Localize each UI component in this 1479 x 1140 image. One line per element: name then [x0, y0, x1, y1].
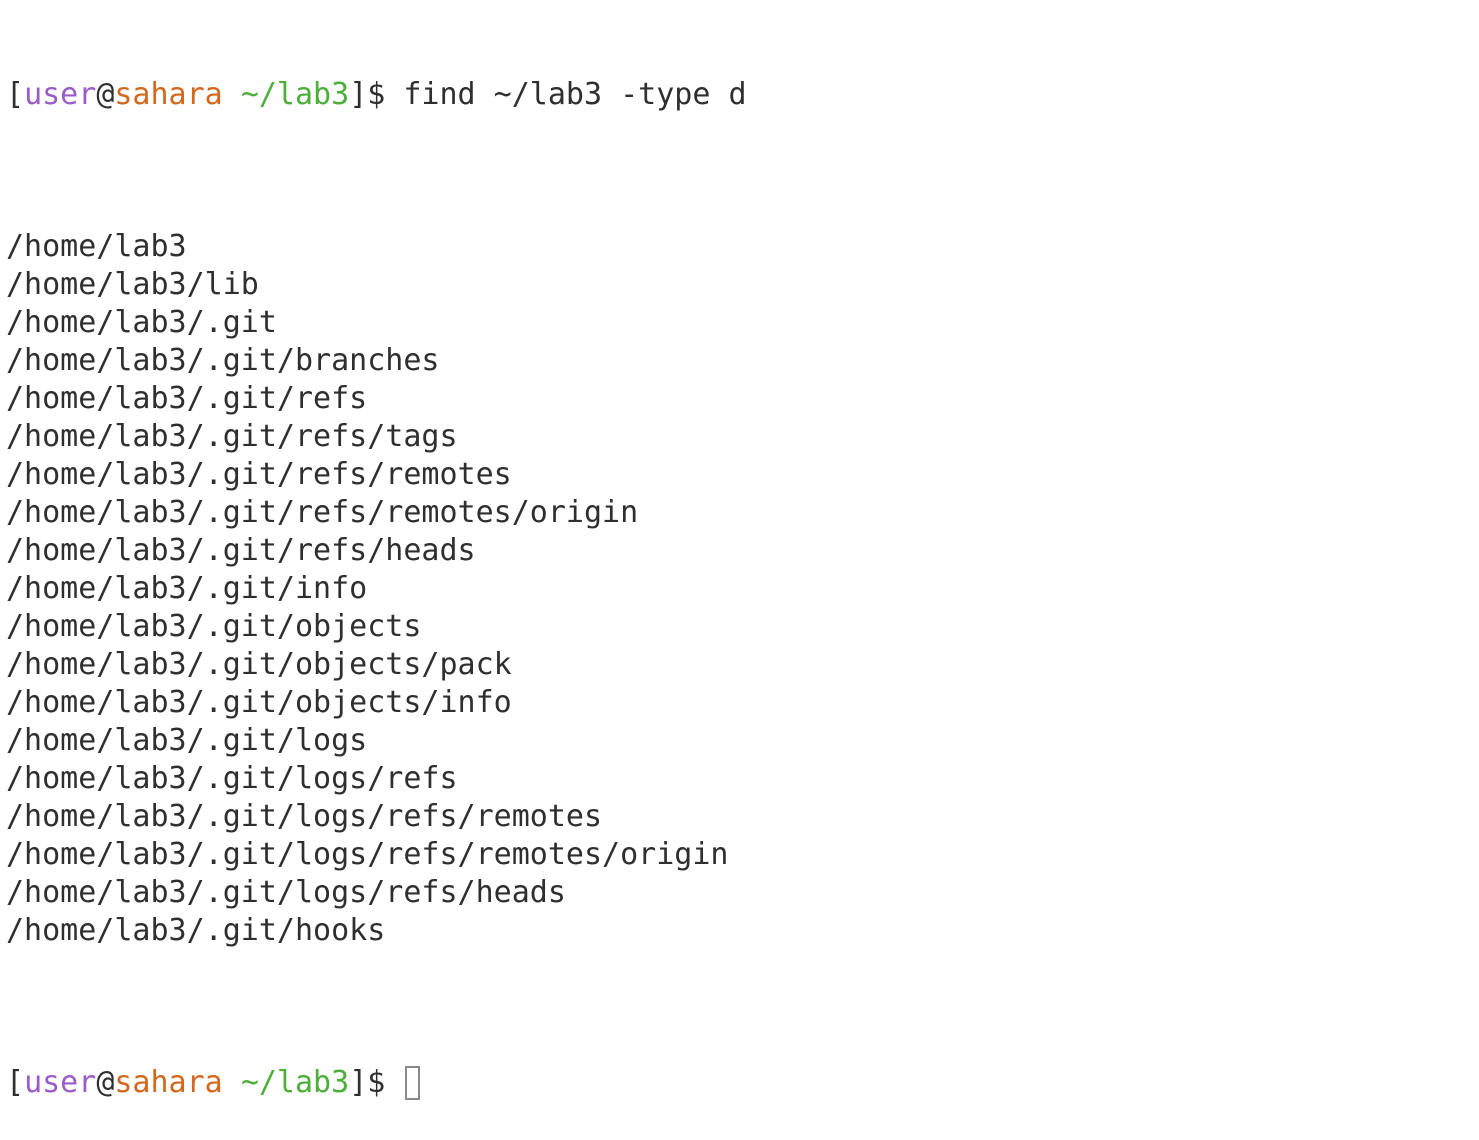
output-line: /home/lab3/lib — [6, 267, 259, 302]
output-line: /home/lab3/.git/logs/refs/remotes/origin — [6, 837, 729, 872]
output-line: /home/lab3/.git/logs/refs — [6, 761, 458, 796]
output-line: /home/lab3/.git/refs — [6, 381, 368, 416]
output-line: /home/lab3/.git/objects/pack — [6, 647, 512, 682]
output-line: /home/lab3/.git/refs/heads — [6, 533, 476, 568]
output-line: /home/lab3/.git/refs/remotes/origin — [6, 495, 639, 530]
command-text: find ~/lab3 -type d — [403, 77, 747, 112]
prompt-at: @ — [96, 77, 115, 112]
output-line: /home/lab3/.git/objects — [6, 609, 422, 644]
text-cursor[interactable] — [405, 1066, 421, 1100]
prompt-open-bracket: [ — [6, 77, 25, 112]
output-line: /home/lab3/.git/logs/refs/heads — [6, 875, 566, 910]
output-line: /home/lab3/.git/branches — [6, 343, 440, 378]
prompt-close: ]$ — [349, 1065, 404, 1100]
prompt-cwd: ~/lab3 — [240, 77, 350, 112]
output-line: /home/lab3/.git/refs/remotes — [6, 457, 512, 492]
command-output: /home/lab3/home/lab3/lib/home/lab3/.git /… — [6, 228, 747, 950]
prompt-line-current[interactable]: [user@sahara ~/lab3]$ — [6, 1064, 747, 1102]
prompt-host: sahara — [114, 1065, 223, 1100]
output-line: /home/lab3/.git/hooks — [6, 913, 386, 948]
output-line: /home/lab3 — [6, 229, 187, 264]
prompt-user: user — [24, 77, 97, 112]
prompt-at: @ — [96, 1065, 115, 1100]
prompt-close: ]$ — [349, 77, 404, 112]
prompt-host: sahara — [114, 77, 223, 112]
output-line: /home/lab3/.git/info — [6, 571, 368, 606]
prompt-cwd: ~/lab3 — [240, 1065, 350, 1100]
terminal-screen[interactable]: [user@sahara ~/lab3]$ find ~/lab3 -type … — [6, 0, 747, 1140]
output-line: /home/lab3/.git/refs/tags — [6, 419, 458, 454]
prompt-open-bracket: [ — [6, 1065, 25, 1100]
output-line: /home/lab3/.git/logs — [6, 723, 368, 758]
prompt-line-command: [user@sahara ~/lab3]$ find ~/lab3 -type … — [6, 76, 747, 114]
output-line: /home/lab3/.git/objects/info — [6, 685, 512, 720]
prompt-user: user — [24, 1065, 97, 1100]
output-line: /home/lab3/.git — [6, 305, 277, 340]
